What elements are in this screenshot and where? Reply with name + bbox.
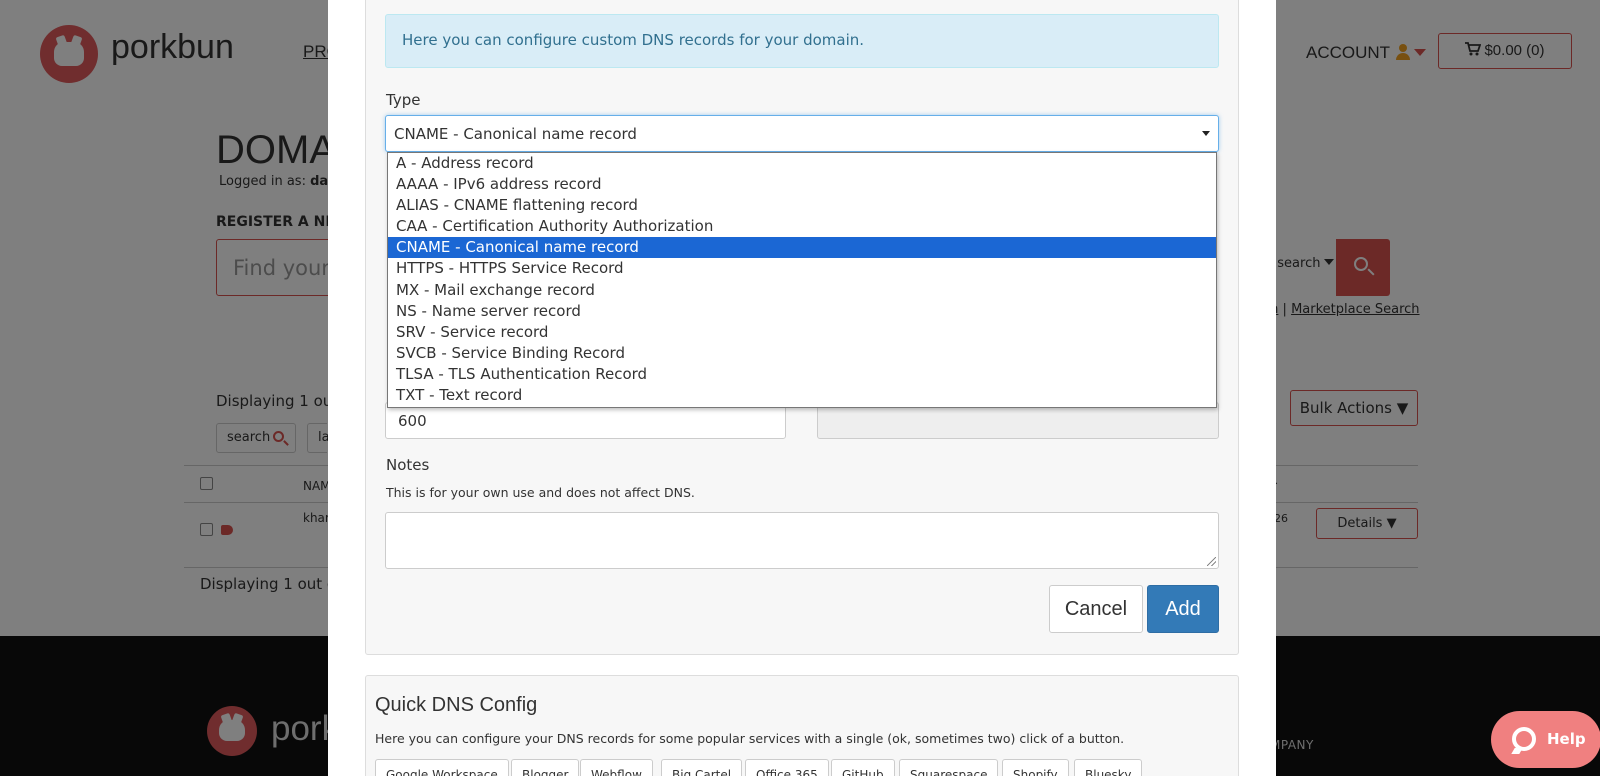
option-aaaa[interactable]: AAAA - IPv6 address record — [388, 174, 1216, 195]
option-cname[interactable]: CNAME - Canonical name record — [388, 237, 1216, 259]
quick-dns-google-workspace[interactable]: Google Workspace — [375, 759, 509, 776]
quick-dns-title: Quick DNS Config — [375, 694, 538, 716]
record-type-select[interactable]: CNAME - Canonical name record — [385, 115, 1219, 152]
record-type-dropdown: A - Address record AAAA - IPv6 address r… — [387, 152, 1217, 408]
option-https[interactable]: HTTPS - HTTPS Service Record — [388, 258, 1216, 279]
help-button[interactable]: Help — [1491, 711, 1600, 768]
option-txt[interactable]: TXT - Text record — [388, 385, 1216, 406]
option-tlsa[interactable]: TLSA - TLS Authentication Record — [388, 364, 1216, 385]
option-mx[interactable]: MX - Mail exchange record — [388, 280, 1216, 301]
quick-dns-bluesky[interactable]: Bluesky — [1074, 759, 1143, 776]
help-ring-icon — [1512, 727, 1536, 751]
quick-dns-squarespace[interactable]: Squarespace — [899, 759, 999, 776]
resize-handle-icon[interactable] — [1207, 557, 1216, 566]
option-caa[interactable]: CAA - Certification Authority Authorizat… — [388, 216, 1216, 237]
quick-dns-blogger[interactable]: Blogger — [511, 759, 580, 776]
option-ns[interactable]: NS - Name server record — [388, 301, 1216, 322]
record-type-selected: CNAME - Canonical name record — [394, 125, 637, 143]
chevron-down-icon — [1202, 131, 1210, 136]
quick-dns-shopify[interactable]: Shopify — [1002, 759, 1069, 776]
option-a[interactable]: A - Address record — [388, 153, 1216, 174]
quick-dns-big-cartel[interactable]: Big Cartel — [661, 759, 743, 776]
quick-dns-webflow[interactable]: Webflow — [580, 759, 653, 776]
quick-dns-help-text: Here you can configure your DNS records … — [375, 731, 1125, 746]
quick-dns-github[interactable]: GitHub — [831, 759, 895, 776]
notes-textarea[interactable] — [385, 512, 1219, 569]
help-label: Help — [1547, 730, 1586, 748]
quick-dns-office-365[interactable]: Office 365 — [745, 759, 829, 776]
info-alert: Here you can configure custom DNS record… — [385, 14, 1219, 68]
option-srv[interactable]: SRV - Service record — [388, 322, 1216, 343]
cancel-button[interactable]: Cancel — [1049, 585, 1143, 633]
option-svcb[interactable]: SVCB - Service Binding Record — [388, 343, 1216, 364]
notes-label: Notes — [386, 456, 430, 474]
option-alias[interactable]: ALIAS - CNAME flattening record — [388, 195, 1216, 216]
add-button[interactable]: Add — [1147, 585, 1219, 633]
notes-help-text: This is for your own use and does not af… — [386, 485, 695, 500]
type-label: Type — [386, 91, 421, 109]
dns-record-modal: Here you can configure custom DNS record… — [328, 0, 1276, 776]
